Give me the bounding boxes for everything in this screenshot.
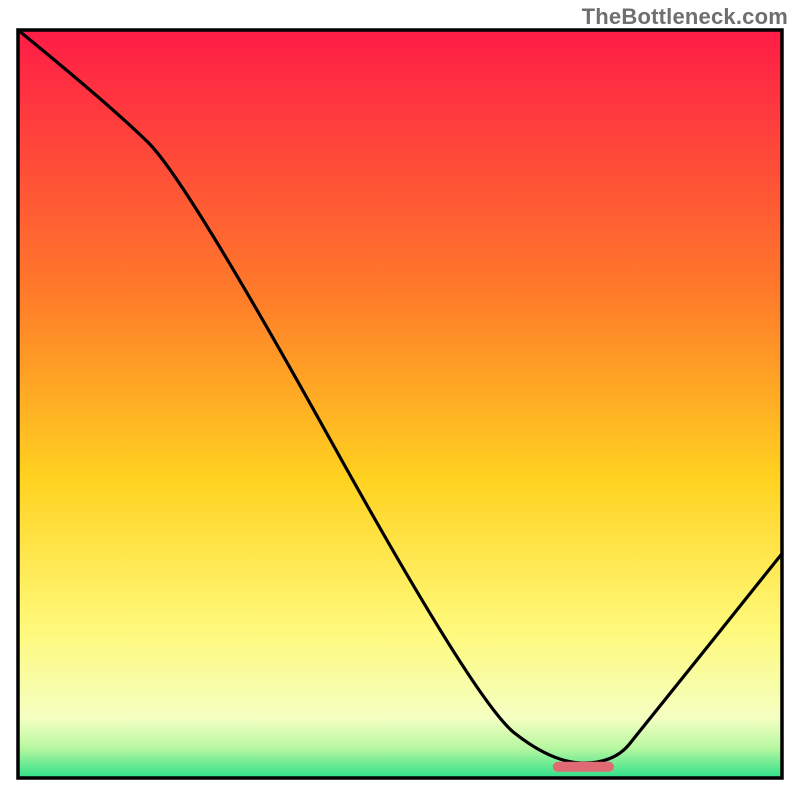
optimal-marker — [553, 762, 614, 772]
chart-container: TheBottleneck.com — [0, 0, 800, 800]
watermark-text: TheBottleneck.com — [582, 4, 788, 30]
chart-svg — [0, 0, 800, 800]
chart-background — [18, 30, 782, 778]
